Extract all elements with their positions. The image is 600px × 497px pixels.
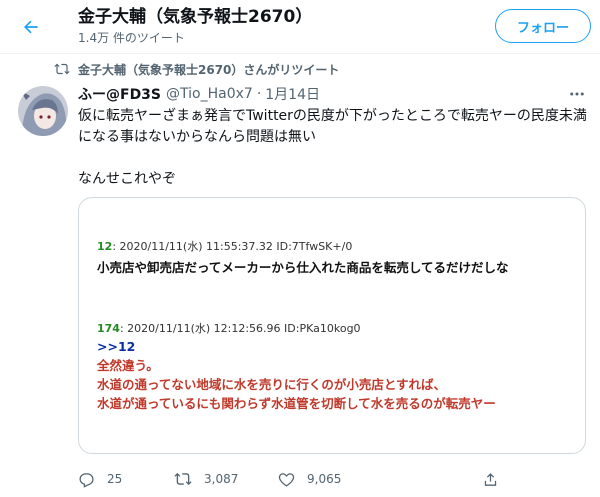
post-meta: : 2020/11/11(水) 11:55:37.32 ID:7TfwSK+/0 xyxy=(112,240,353,253)
reply-reference: >>12 xyxy=(97,339,136,354)
tweet-count: 1.4万 件のツイート xyxy=(78,31,185,45)
back-button[interactable] xyxy=(14,10,48,44)
separator-dot: · xyxy=(256,86,262,102)
header-bar: 金子大輔（気象予報士2670） 1.4万 件のツイート フォロー xyxy=(0,0,600,54)
author-name[interactable]: ふー@FD3S xyxy=(78,84,161,104)
retweet-notice-text: 金子大輔（気象予報士2670）さんがリツイート xyxy=(78,62,340,77)
post-number: 174 xyxy=(97,322,120,335)
retweet-icon xyxy=(48,61,70,77)
post-header: 174: 2020/11/11(水) 12:12:56.96 ID:PKa10k… xyxy=(97,320,361,336)
reply-button[interactable]: 25 xyxy=(78,468,122,490)
post-meta: : 2020/11/11(水) 12:12:56.96 ID:PKa10kog0 xyxy=(119,322,361,335)
tweet-actions: 25 3,087 9,065 xyxy=(78,468,590,490)
reply-count: 25 xyxy=(107,472,123,486)
tweet-media-image[interactable]: 12: 2020/11/11(水) 11:55:37.32 ID:7TfwSK+… xyxy=(78,197,586,454)
tweet-text-line: なんせこれやぞ xyxy=(78,171,176,187)
tweet-author-row: ふー@FD3S @Tio_Ha0x7 · 1月14日 xyxy=(78,84,320,104)
post-body-line: 全然違う。 xyxy=(97,358,159,373)
retweet-icon xyxy=(174,472,192,486)
share-icon xyxy=(484,472,497,486)
tweet-text: 仮に転売ヤーざまぁ発言でTwitterの民度が下がったところで転売ヤーの民度未満… xyxy=(78,106,590,190)
retweet-button[interactable]: 3,087 xyxy=(174,468,238,490)
back-arrow-icon xyxy=(24,20,38,34)
like-button[interactable]: 9,065 xyxy=(278,468,341,490)
avatar[interactable] xyxy=(18,86,68,136)
like-icon xyxy=(278,472,295,487)
retweet-count: 3,087 xyxy=(204,472,239,486)
more-options-button[interactable] xyxy=(565,82,589,106)
share-button[interactable] xyxy=(482,468,511,490)
avatar-image xyxy=(18,86,68,136)
tweet-text-line: 仮に転売ヤーざまぁ発言でTwitterの民度が下がったところで転売ヤーの民度未満… xyxy=(78,108,587,145)
tweet-date[interactable]: 1月14日 xyxy=(265,84,320,104)
post-body-line: 水道が通っているにも関わらず水道管を切断して水を売るのが転売ヤー xyxy=(97,396,496,411)
post-number: 12 xyxy=(97,240,113,253)
post-body: 全然違う。 水道の通ってない地域に水を売りに行くのが小売店とすれば、 水道が通っ… xyxy=(97,356,496,413)
more-icon xyxy=(570,92,584,96)
retweet-notice[interactable]: 金子大輔（気象予報士2670）さんがリツイート xyxy=(48,60,339,78)
author-handle[interactable]: @Tio_Ha0x7 xyxy=(166,86,253,102)
profile-title: 金子大輔（気象予報士2670） xyxy=(78,7,313,27)
follow-button[interactable]: フォロー xyxy=(495,9,591,43)
post-body: 小売店や卸売店だってメーカーから仕入れた商品を転売してるだけだしな xyxy=(97,260,509,275)
reply-icon xyxy=(79,472,94,488)
like-count: 9,065 xyxy=(307,472,342,486)
post-header: 12: 2020/11/11(水) 11:55:37.32 ID:7TfwSK+… xyxy=(97,238,352,254)
post-body-line: 水道の通ってない地域に水を売りに行くのが小売店とすれば、 xyxy=(97,377,447,392)
